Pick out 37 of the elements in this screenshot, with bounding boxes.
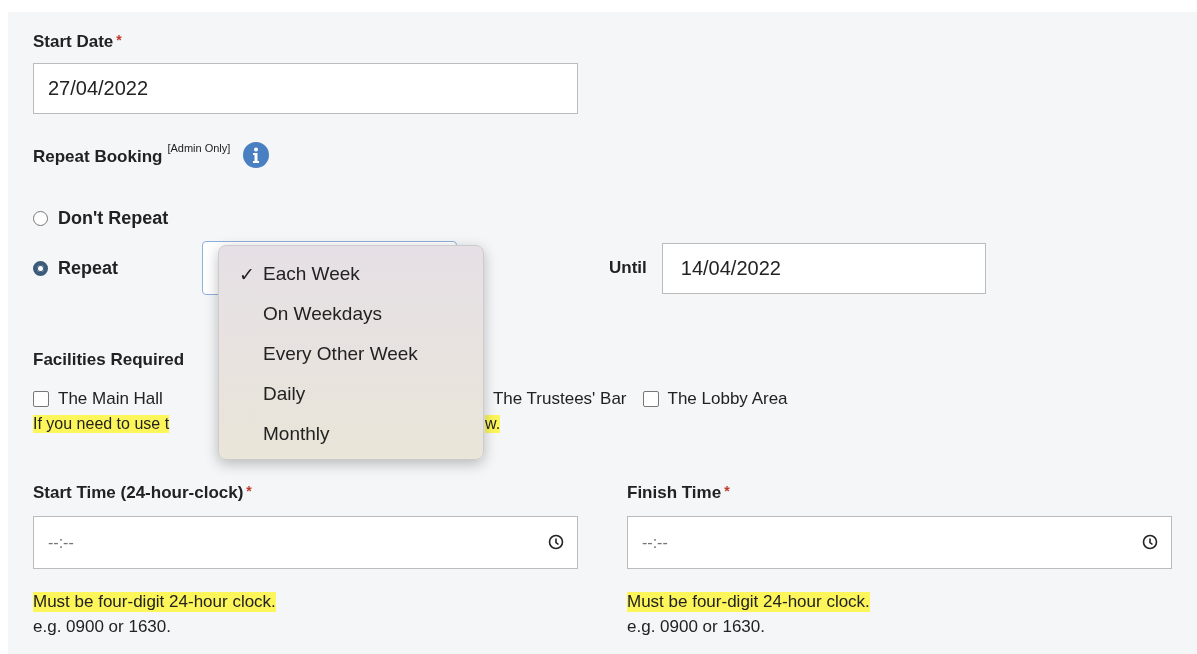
- radio-label[interactable]: Repeat: [58, 257, 202, 279]
- notice-text: w.: [485, 415, 501, 433]
- menu-item[interactable]: Monthly: [219, 414, 483, 454]
- checkbox-label[interactable]: The Trustees' Bar: [492, 389, 627, 409]
- field-label: Repeat Booking: [33, 147, 163, 167]
- menu-item[interactable]: Daily: [219, 374, 483, 414]
- field-label: Facilities Required: [33, 350, 185, 370]
- radio-button[interactable]: [33, 260, 48, 276]
- clock-icon[interactable]: [548, 534, 564, 550]
- menu-item[interactable]: Every Other Week: [219, 334, 483, 374]
- menu-item[interactable]: On Weekdays: [219, 294, 483, 334]
- field-label: Until: [609, 258, 647, 278]
- hint-text: Must be four-digit 24-hour clock.: [33, 592, 276, 612]
- hint-text: Must be four-digit 24-hour clock.: [627, 592, 870, 612]
- radio-label[interactable]: Don't Repeat: [58, 208, 169, 229]
- notice-text: If you need to use t: [33, 415, 170, 433]
- clock-icon[interactable]: [1142, 534, 1158, 550]
- time-field[interactable]: --:--: [33, 516, 578, 569]
- checkbox-label[interactable]: The Lobby Area: [667, 389, 788, 409]
- example-text: e.g. 0900 or 1630.: [627, 617, 766, 637]
- required-mark: *: [724, 483, 730, 499]
- field-label: Start Time (24-hour-clock): [33, 483, 244, 503]
- admin-note: [Admin Only]: [167, 142, 231, 154]
- checkbox-label[interactable]: The Main Hall: [58, 389, 163, 409]
- time-field[interactable]: --:--: [627, 516, 1172, 569]
- date-field[interactable]: 14/04/2022: [661, 242, 986, 294]
- checkbox[interactable]: [33, 391, 49, 407]
- field-label: Finish Time: [627, 483, 722, 503]
- checkbox[interactable]: [642, 391, 659, 407]
- required-mark: *: [246, 483, 252, 499]
- radio-button[interactable]: [33, 211, 48, 226]
- menu-item[interactable]: ✓ Each Week: [219, 254, 483, 294]
- date-field[interactable]: 27/04/2022: [33, 63, 578, 114]
- field-label: Start Date: [33, 32, 114, 52]
- info-icon[interactable]: [243, 142, 270, 168]
- required-mark: *: [116, 32, 122, 48]
- example-text: e.g. 0900 or 1630.: [33, 617, 172, 637]
